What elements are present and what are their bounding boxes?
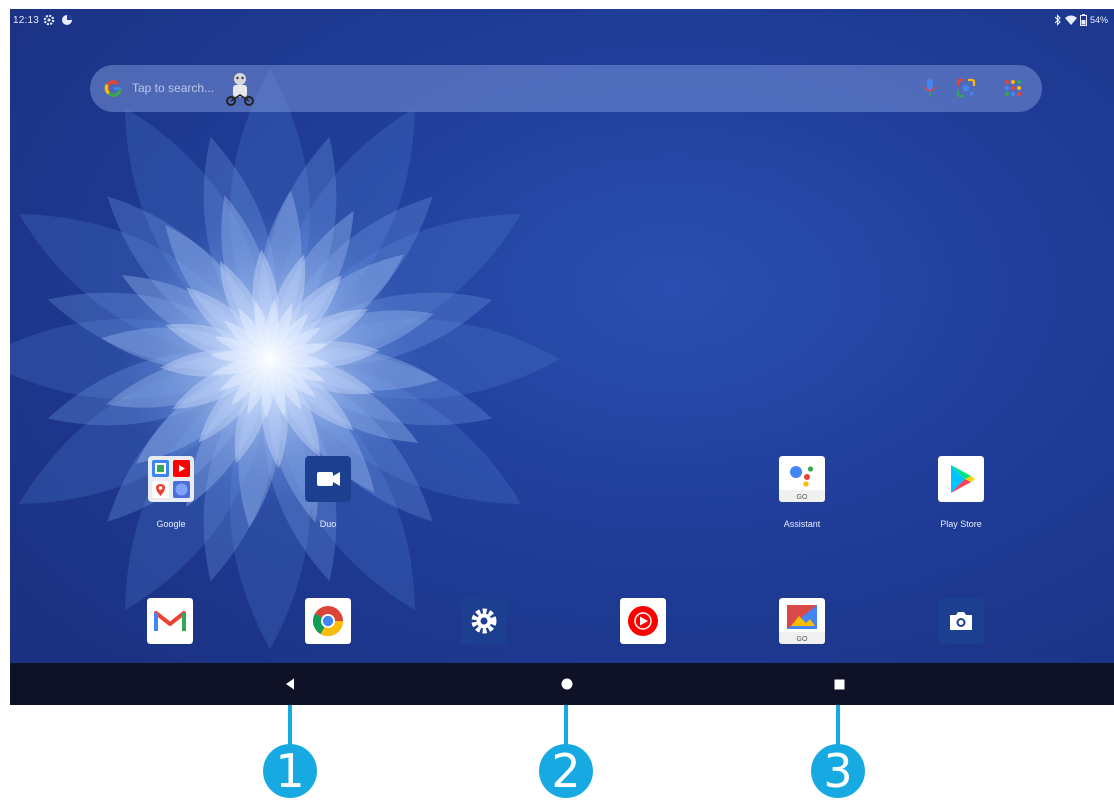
callout-2: 2 [539,744,593,798]
play-store-icon [938,456,984,502]
status-bar: 12:13 54% [10,9,1114,33]
assistant-icon: GO [779,456,825,502]
figure: 12:13 54% Tap to search... Google Duo GO… [0,0,1114,807]
back-button[interactable] [276,671,304,697]
app-label: Duo [319,519,337,529]
mic-icon[interactable] [923,78,937,98]
callout-3: 3 [811,744,865,798]
app-google-folder[interactable]: Google [131,456,211,529]
settings-icon[interactable] [461,598,507,644]
back-icon [286,678,294,690]
app-duo[interactable]: Duo [288,456,368,529]
doodle-icon[interactable] [222,69,258,107]
search-placeholder: Tap to search... [132,81,215,95]
chrome-icon[interactable] [305,598,351,644]
youtube-music-icon[interactable] [620,598,666,644]
battery-percent: 54% [1089,15,1108,25]
home-button[interactable] [553,671,581,697]
wifi-icon [1064,15,1077,25]
bluetooth-icon [1054,14,1061,26]
gmail-icon[interactable] [147,598,193,644]
apps-dots-icon[interactable] [1002,77,1024,99]
google-folder-icon [148,456,194,502]
google-g-icon [104,80,122,97]
recents-button[interactable] [825,671,853,697]
camera-icon[interactable] [938,598,984,644]
app-assistant[interactable]: GO Assistant [762,456,842,529]
gear-icon [43,14,55,26]
callout-1: 1 [263,744,317,798]
status-right-group: 54% [1054,14,1108,26]
app-label: Play Store [940,519,982,529]
home-icon [561,678,573,690]
battery-icon [1079,14,1087,26]
navigation-bar [10,663,1114,705]
svg-text:GO: GO [797,636,808,643]
status-time: 12:13 [13,15,40,26]
duo-icon [305,456,351,502]
app-play-store[interactable]: Play Store [921,456,1001,529]
svg-text:GO: GO [797,494,808,501]
app-label: Google [156,519,186,529]
app-label: Assistant [783,519,821,529]
recents-icon [834,679,844,689]
search-bar[interactable]: Tap to search... [90,65,1042,112]
gallery-go-icon[interactable]: GO [779,598,825,644]
tablet-screen: 12:13 54% Tap to search... Google Duo GO… [10,9,1114,705]
vpn-icon [62,15,72,25]
lens-icon[interactable] [956,78,976,98]
